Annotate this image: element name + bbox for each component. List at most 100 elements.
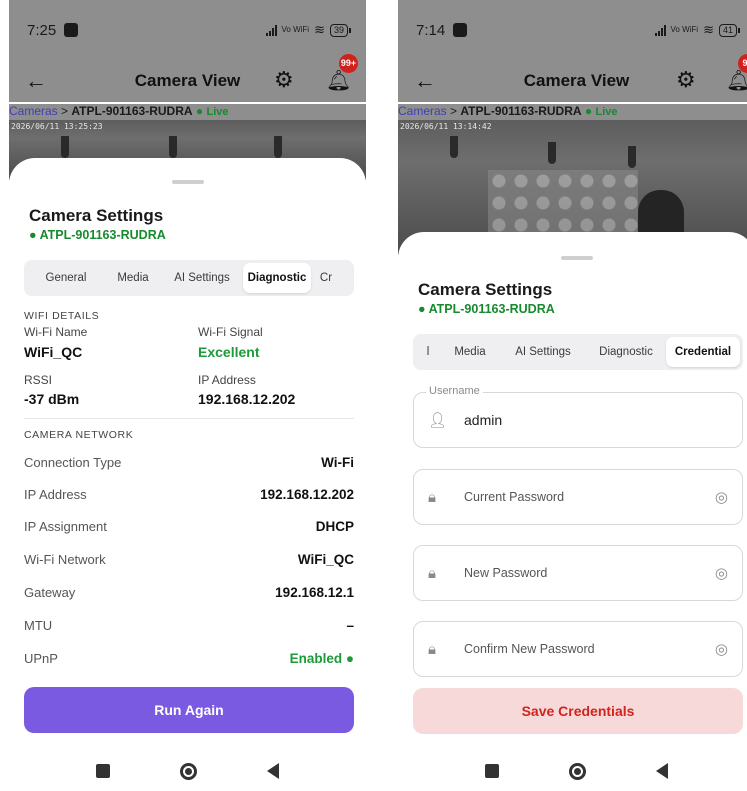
gear-icon[interactable]: ⚙ [274, 67, 294, 93]
network-row-value: 192.168.12.202 [260, 486, 354, 502]
home-icon[interactable] [569, 762, 586, 780]
network-row: MTU – [24, 615, 354, 635]
sheet-device-name: ATPL-901163-RUDRA [39, 228, 166, 242]
rssi-label: RSSI [24, 373, 53, 387]
back-arrow-icon[interactable]: ← [414, 68, 436, 94]
tab-ai-settings[interactable]: AI Settings [161, 263, 243, 293]
tab-ai-settings[interactable]: AI Settings [500, 337, 586, 367]
feed-lamp [61, 136, 69, 158]
feed-lamp [628, 146, 636, 168]
live-status: Live [206, 106, 229, 118]
system-nav-bar [398, 751, 747, 791]
confirm-password-field[interactable]: 🔒︎ Confirm New Password ◎ [413, 621, 743, 677]
current-password-field[interactable]: 🔒︎ Current Password ◎ [413, 469, 743, 525]
network-row-label: Wi-Fi Network [24, 551, 106, 567]
breadcrumb-cameras-link[interactable]: Cameras [398, 104, 447, 118]
network-row: IP Assignment DHCP [24, 516, 354, 536]
eye-off-icon[interactable]: ◎ [715, 488, 728, 506]
tab-general[interactable]: General [27, 263, 105, 293]
wifi-icon: ≋ [703, 22, 714, 37]
back-arrow-icon[interactable]: ← [25, 68, 47, 94]
network-row-label: IP Address [24, 486, 87, 502]
sheet-drag-handle[interactable] [560, 256, 593, 260]
current-password-placeholder: Current Password [464, 490, 565, 504]
rssi-value: -37 dBm [24, 391, 80, 407]
lock-icon: 🔒︎ [428, 488, 436, 506]
username-field[interactable]: Username 👤︎ admin [413, 385, 743, 448]
battery-indicator: 41 [718, 23, 741, 37]
battery-indicator: 39 [329, 23, 352, 37]
tab-credential[interactable]: Credential [666, 337, 740, 367]
new-password-placeholder: New Password [464, 566, 548, 580]
feed-lamp [169, 136, 177, 158]
feed-timestamp: 2026/06/11 13:25:23 [11, 122, 103, 131]
status-icons: Vo WiFi ≋ 41 [654, 22, 741, 38]
signal-icon [654, 24, 666, 36]
signal-icon [265, 24, 277, 36]
lock-icon: 🔒︎ [428, 564, 436, 582]
recording-indicator-icon [64, 23, 79, 37]
network-row: Connection Type Wi-Fi [24, 452, 354, 472]
breadcrumb: Cameras > ATPL-901163-RUDRA ● Live [398, 104, 747, 120]
tab-media[interactable]: Media [105, 263, 161, 293]
username-value: admin [464, 412, 503, 428]
home-icon[interactable] [180, 762, 197, 780]
sheet-title: Camera Settings [418, 280, 553, 299]
network-row: IP Address 192.168.12.202 [24, 484, 354, 504]
breadcrumb-separator: > [450, 104, 458, 118]
tab-general-partial[interactable]: l [416, 337, 440, 367]
breadcrumb-separator: > [61, 104, 69, 118]
tab-media[interactable]: Media [440, 337, 500, 367]
eye-off-icon[interactable]: ◎ [715, 564, 728, 582]
new-password-field[interactable]: 🔒︎ New Password ◎ [413, 545, 743, 601]
feed-lamp [450, 136, 458, 158]
back-nav-icon[interactable] [267, 763, 279, 779]
recents-icon[interactable] [485, 764, 499, 778]
breadcrumb-device: ATPL-901163-RUDRA [460, 104, 582, 118]
network-row: Wi-Fi Network WiFi_QC [24, 549, 354, 569]
user-icon: 👤︎ [428, 412, 448, 429]
tab-credential-partial[interactable]: Cr [311, 263, 341, 293]
notification-badge: 99+ [339, 54, 358, 73]
network-row-value: DHCP [315, 518, 354, 534]
section-divider [24, 418, 354, 419]
live-dot-icon: ● [584, 104, 593, 118]
app-bar: ← Camera View ⚙ 🔔︎ 99+ [9, 54, 366, 102]
tab-diagnostic[interactable]: Diagnostic [586, 337, 666, 367]
breadcrumb-cameras-link[interactable]: Cameras [9, 104, 58, 118]
back-nav-icon[interactable] [656, 763, 668, 779]
tab-diagnostic[interactable]: Diagnostic [243, 263, 311, 293]
network-row-value: WiFi_QC [297, 551, 354, 567]
network-row-value: – [346, 617, 354, 633]
wifi-signal-label: Wi-Fi Signal [198, 325, 263, 339]
feed-lamp [274, 136, 282, 158]
network-row: Gateway 192.168.12.1 [24, 582, 354, 602]
live-dot-icon: ● [195, 104, 204, 118]
save-credentials-button[interactable]: Save Credentials [413, 688, 743, 734]
recents-icon[interactable] [96, 764, 110, 778]
status-icons: Vo WiFi ≋ 39 [265, 22, 352, 38]
upnp-status-value: Enabled ● [289, 650, 354, 666]
sheet-device-name: ATPL-901163-RUDRA [428, 302, 555, 316]
ip-address-value: 192.168.12.202 [198, 391, 296, 407]
network-row-label: Connection Type [24, 454, 122, 470]
lock-icon: 🔒︎ [428, 640, 436, 658]
breadcrumb: Cameras > ATPL-901163-RUDRA ● Live [9, 104, 366, 120]
wifi-icon: ≋ [314, 22, 325, 37]
network-row-label: UPnP [24, 650, 58, 666]
network-row: UPnP Enabled ● [24, 648, 354, 668]
status-bar: 7:14 Vo WiFi ≋ 41 [398, 0, 747, 60]
wifi-details-heading: WIFI DETAILS [24, 310, 100, 322]
page-title: Camera View [134, 71, 241, 90]
eye-off-icon[interactable]: ◎ [715, 640, 728, 658]
breadcrumb-device: ATPL-901163-RUDRA [71, 104, 193, 118]
sheet-device-status: ● ATPL-901163-RUDRA [29, 228, 166, 242]
network-row-value: 192.168.12.1 [275, 584, 354, 600]
sheet-drag-handle[interactable] [171, 180, 204, 184]
app-bar: ← Camera View ⚙ 🔔︎ 99 [398, 54, 747, 102]
wifi-name-label: Wi-Fi Name [24, 325, 88, 339]
volte-label: Vo WiFi [670, 25, 699, 34]
gear-icon[interactable]: ⚙ [676, 67, 696, 93]
run-again-button[interactable]: Run Again [24, 687, 354, 733]
system-nav-bar [9, 751, 366, 791]
